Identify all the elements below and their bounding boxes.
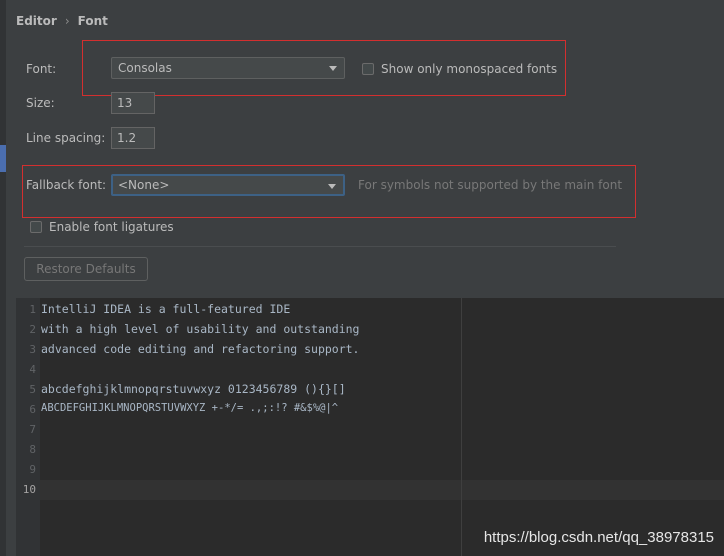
line-number: 6 — [29, 403, 36, 416]
line-spacing-field[interactable]: 1.2 — [111, 127, 155, 149]
left-panel-strip — [0, 0, 6, 556]
font-combobox[interactable]: Consolas — [111, 57, 345, 79]
line-number: 5 — [29, 383, 36, 396]
ligatures-checkbox[interactable] — [30, 221, 42, 233]
breadcrumb-separator: › — [64, 14, 70, 28]
watermark: https://blog.csdn.net/qq_38978315 — [483, 529, 714, 546]
fallback-hint: For symbols not supported by the main fo… — [358, 178, 623, 192]
divider — [24, 246, 616, 247]
breadcrumb-editor[interactable]: Editor — [16, 14, 57, 28]
line-number: 8 — [29, 443, 36, 456]
line-number: 2 — [29, 323, 36, 336]
chevron-down-icon — [329, 66, 337, 71]
selected-indicator — [0, 145, 6, 172]
code-line: advanced code editing and refactoring su… — [41, 342, 360, 356]
show-monospaced-checkbox[interactable] — [362, 63, 374, 75]
fallback-font-combobox[interactable]: <None> — [111, 174, 345, 196]
fallback-font-label: Fallback font: — [26, 178, 107, 192]
code-line: IntelliJ IDEA is a full-featured IDE — [41, 302, 291, 316]
line-number: 7 — [29, 423, 36, 436]
restore-defaults-button[interactable]: Restore Defaults — [24, 257, 148, 281]
font-label: Font: — [26, 62, 57, 76]
line-number: 3 — [29, 343, 36, 356]
caret-row-highlight — [40, 480, 724, 500]
chevron-down-icon — [328, 184, 336, 189]
line-spacing-label: Line spacing: — [26, 131, 106, 145]
fallback-combobox-value: <None> — [118, 178, 170, 192]
line-number: 4 — [29, 363, 36, 376]
size-field[interactable]: 13 — [111, 92, 155, 114]
code-line: abcdefghijklmnopqrstuvwxyz 0123456789 ()… — [41, 382, 346, 396]
code-line: ABCDEFGHIJKLMNOPQRSTUVWXYZ +-*/= .,;:!? … — [41, 402, 339, 414]
line-number: 1 — [29, 303, 36, 316]
show-monospaced-label[interactable]: Show only monospaced fonts — [381, 62, 557, 76]
right-margin-guide — [461, 298, 462, 556]
ligatures-label[interactable]: Enable font ligatures — [49, 220, 174, 234]
line-number: 10 — [22, 483, 36, 496]
line-number: 9 — [29, 463, 36, 476]
breadcrumb: Editor › Font — [16, 14, 108, 28]
breadcrumb-font: Font — [77, 14, 108, 28]
size-label: Size: — [26, 96, 55, 110]
code-line: with a high level of usability and outst… — [41, 322, 360, 336]
font-combobox-value: Consolas — [118, 61, 172, 75]
font-preview-editor[interactable]: 1 2 3 4 5 6 7 8 9 10 IntelliJ IDEA is a … — [16, 298, 724, 556]
